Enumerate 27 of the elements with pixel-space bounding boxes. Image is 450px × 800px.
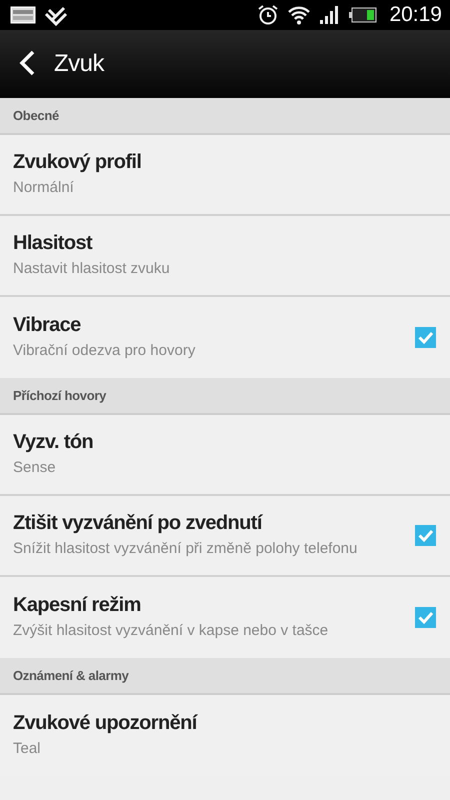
alarm-icon	[257, 4, 280, 26]
setting-summary: Nastavit hlasitost zvuku	[13, 259, 171, 279]
checkbox[interactable]	[415, 607, 436, 628]
screen-title: Zvuk	[54, 50, 104, 78]
picture-notification-icon	[10, 5, 36, 25]
wifi-icon	[287, 5, 312, 25]
battery-icon	[349, 7, 378, 23]
setting-summary: Teal	[13, 739, 42, 759]
section-header: Oznámení & alarmy	[13, 668, 129, 683]
setting-summary: Sense	[13, 458, 57, 478]
section-header: Příchozí hovory	[13, 388, 106, 403]
status-time: 20:19	[389, 3, 442, 27]
double-check-icon	[44, 4, 68, 26]
checkbox[interactable]	[415, 525, 436, 546]
setting-summary: Normální	[13, 178, 75, 198]
setting-title: Vyzv. tón	[13, 431, 94, 454]
setting-summary: Snížit hlasitost vyzvánění při změně polohy telefonu	[13, 539, 358, 559]
checkbox[interactable]	[415, 327, 436, 348]
setting-title: Zvukový profil	[13, 151, 142, 174]
setting-title: Kapesní režim	[13, 594, 142, 617]
section-header: Obecné	[13, 108, 59, 123]
setting-summary: Vibrační odezva pro hovory	[13, 341, 196, 361]
setting-title: Zvukové upozornění	[13, 712, 199, 735]
setting-title: Hlasitost	[13, 232, 94, 255]
setting-summary: Zvýšit hlasitost vyzvánění v kapse nebo v tašce	[13, 621, 330, 641]
setting-title: Ztišit vyzvánění po zvednutí	[13, 512, 264, 535]
setting-title: Vibrace	[13, 314, 82, 337]
